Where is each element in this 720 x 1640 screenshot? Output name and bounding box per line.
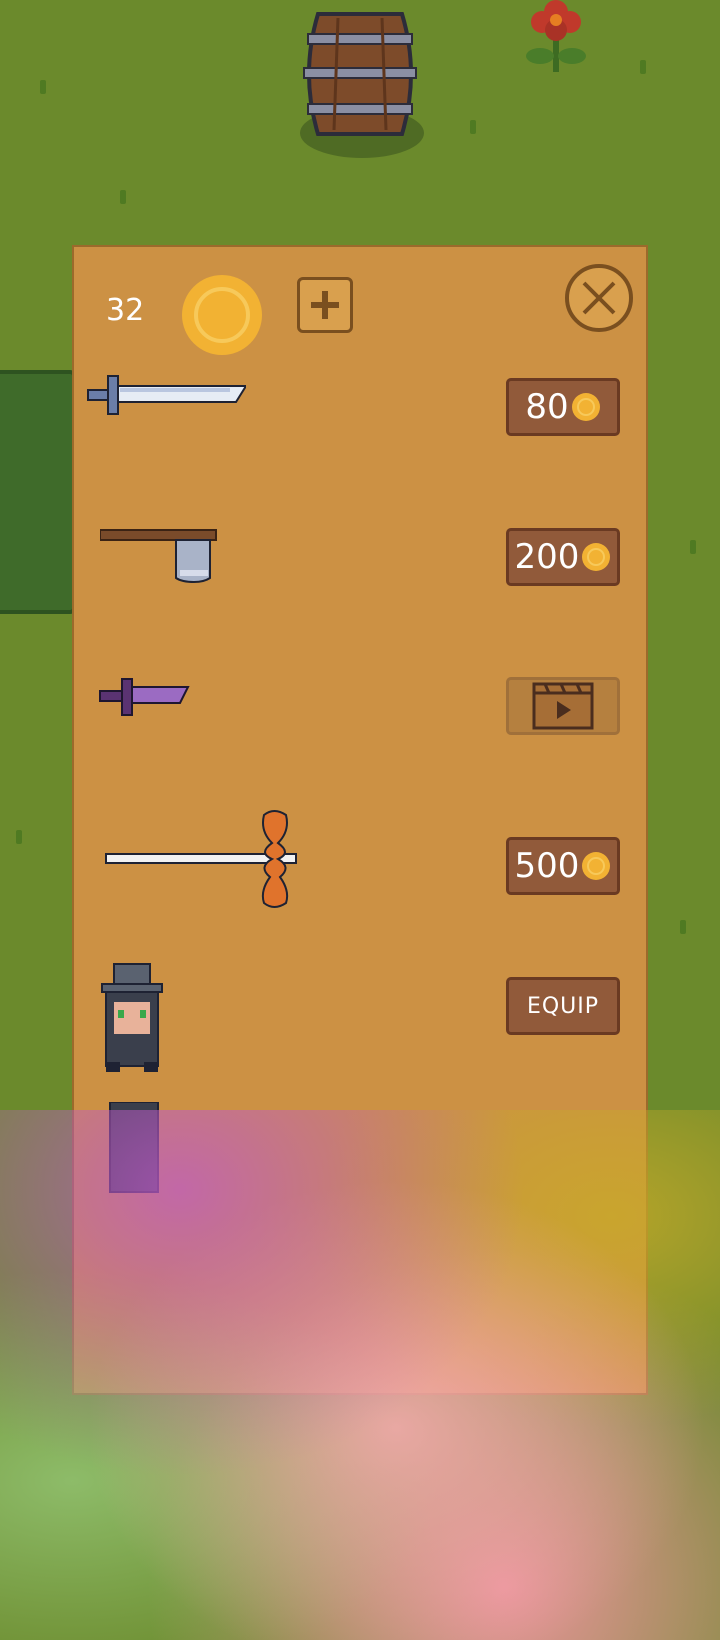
barrel-icon <box>303 12 417 136</box>
shop-panel: 32 80 200 500 EQUIP <box>72 245 648 1395</box>
close-icon[interactable] <box>564 263 634 333</box>
buy-axe-button[interactable]: 200 <box>506 528 620 586</box>
plus-icon <box>311 291 339 319</box>
grass-tuft <box>640 60 646 74</box>
grass-tuft <box>16 830 22 844</box>
video-clapper-icon <box>532 682 594 730</box>
dagger-icon <box>99 678 190 716</box>
game-scene: 32 80 200 500 EQUIP <box>0 0 720 1640</box>
price-label: 500 <box>514 846 580 886</box>
character-icon <box>109 1102 159 1193</box>
spear-icon <box>105 810 297 908</box>
flower-icon <box>526 0 586 72</box>
grass-tuft <box>40 80 46 94</box>
sword-icon <box>87 375 246 415</box>
grass-tuft <box>470 120 476 134</box>
bush <box>0 370 76 614</box>
grass-tuft <box>680 920 686 934</box>
price-label: 200 <box>514 537 580 577</box>
coin-counter: 32 <box>106 293 145 328</box>
grass-tuft <box>690 540 696 554</box>
buy-spear-button[interactable]: 500 <box>506 837 620 895</box>
coin-icon <box>582 852 611 880</box>
coin-icon <box>182 275 262 355</box>
add-coins-button[interactable] <box>297 277 353 333</box>
hat-character-icon <box>101 963 163 1072</box>
watch-video-button[interactable] <box>506 677 620 735</box>
price-label: 80 <box>525 387 569 427</box>
grass-tuft <box>120 190 126 204</box>
axe-icon <box>100 529 217 584</box>
coin-icon <box>582 543 611 571</box>
equip-button[interactable]: EQUIP <box>506 977 620 1035</box>
buy-sword-button[interactable]: 80 <box>506 378 620 436</box>
coin-icon <box>571 393 600 421</box>
